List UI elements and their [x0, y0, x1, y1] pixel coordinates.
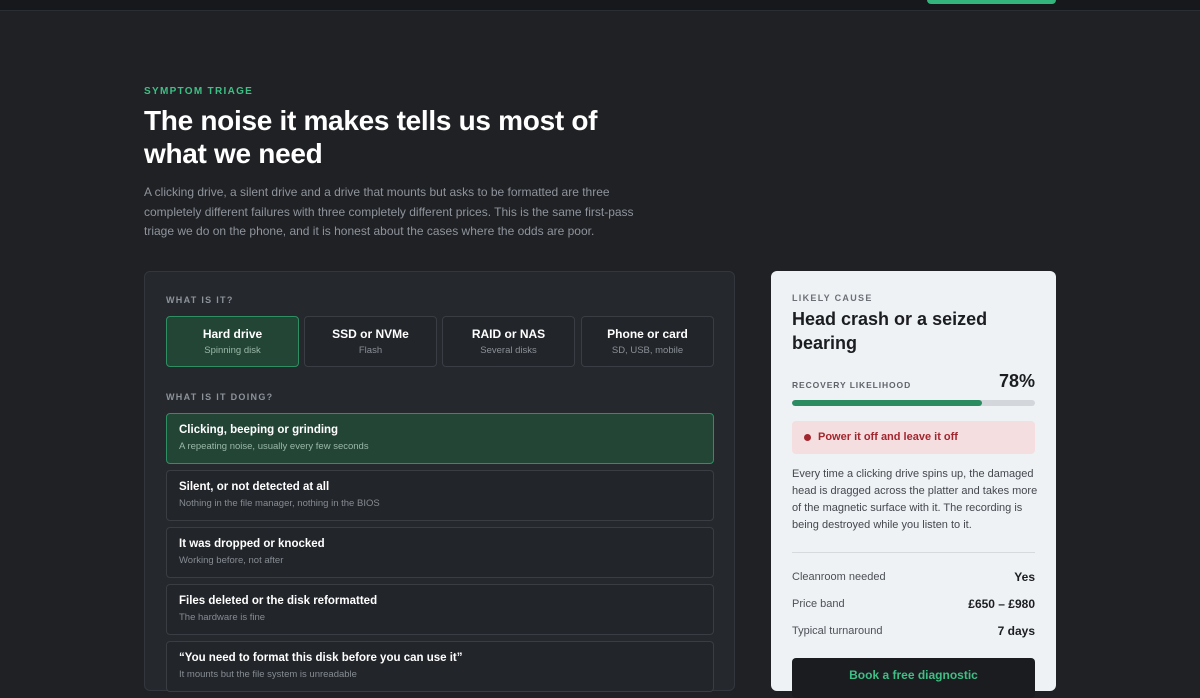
symptom-option-title: Clicking, beeping or grinding — [179, 424, 339, 436]
section-eyebrow: SYMPTOM TRIAGE — [144, 86, 254, 97]
device-option-title: Phone or card — [607, 327, 688, 341]
recovery-likelihood-label: RECOVERY LIKELIHOOD — [792, 380, 912, 390]
recovery-likelihood-value: 78% — [998, 371, 1035, 391]
fact-value: Yes — [1014, 570, 1035, 584]
fact-row-turnaround: Typical turnaround 7 days — [792, 624, 1035, 641]
top-nav-bar — [0, 0, 1200, 11]
symptom-option-subtitle: Working before, not after — [179, 555, 284, 566]
intro-paragraph: A clicking drive, a silent drive and a d… — [144, 185, 634, 238]
warning-alert: Power it off and leave it off — [792, 421, 1035, 454]
divider — [792, 552, 1035, 553]
fact-value: £650 – £980 — [968, 597, 1035, 611]
symptom-option-dropped[interactable]: It was dropped or knocked Working before… — [166, 527, 714, 578]
symptom-option-format-prompt[interactable]: “You need to format this disk before you… — [166, 641, 714, 692]
nav-cta-button[interactable] — [927, 0, 1056, 4]
symptom-option-silent[interactable]: Silent, or not detected at all Nothing i… — [166, 470, 714, 521]
book-diagnostic-button[interactable]: Book a free diagnostic — [792, 658, 1035, 698]
cause-description: Every time a clicking drive spins up, th… — [792, 468, 1038, 531]
alert-text: Power it off and leave it off — [818, 431, 958, 443]
device-option-subtitle: Several disks — [480, 345, 537, 356]
device-question-label: WHAT IS IT? — [166, 295, 234, 305]
device-option-ssd[interactable]: SSD or NVMe Flash — [304, 316, 437, 367]
symptom-option-title: “You need to format this disk before you… — [179, 652, 463, 664]
device-option-hard-drive[interactable]: Hard drive Spinning disk — [166, 316, 299, 367]
triage-selector-panel: WHAT IS IT? Hard drive Spinning disk SSD… — [144, 271, 735, 692]
symptom-option-subtitle: The hardware is fine — [179, 612, 266, 623]
fact-key: Cleanroom needed — [792, 571, 886, 583]
symptom-option-title: Files deleted or the disk reformatted — [179, 595, 378, 607]
likely-cause-title: Head crash or a seized bearing — [792, 309, 988, 353]
fact-row-price: Price band £650 – £980 — [792, 597, 1035, 614]
device-option-subtitle: Spinning disk — [204, 345, 261, 356]
device-option-raid[interactable]: RAID or NAS Several disks — [442, 316, 575, 367]
symptom-question-label: WHAT IS IT DOING? — [166, 392, 274, 402]
symptom-option-title: It was dropped or knocked — [179, 538, 325, 550]
diagnosis-result-card: LIKELY CAUSE Head crash or a seized bear… — [771, 271, 1056, 698]
device-option-title: SSD or NVMe — [332, 327, 409, 341]
fact-key: Price band — [792, 598, 845, 610]
likely-cause-label: LIKELY CAUSE — [792, 293, 873, 303]
symptom-option-clicking[interactable]: Clicking, beeping or grinding A repeatin… — [166, 413, 714, 464]
recovery-progress-bar — [792, 400, 1035, 406]
symptom-option-deleted[interactable]: Files deleted or the disk reformatted Th… — [166, 584, 714, 635]
device-option-subtitle: SD, USB, mobile — [611, 345, 684, 356]
symptom-option-title: Silent, or not detected at all — [179, 481, 330, 493]
symptom-option-subtitle: Nothing in the file manager, nothing in … — [179, 498, 380, 509]
device-option-subtitle: Flash — [358, 345, 383, 356]
alert-dot-icon — [804, 434, 811, 441]
device-option-phone[interactable]: Phone or card SD, USB, mobile — [581, 316, 714, 367]
fact-key: Typical turnaround — [792, 625, 883, 637]
device-option-title: RAID or NAS — [471, 327, 546, 341]
fact-value: 7 days — [997, 624, 1035, 638]
device-option-title: Hard drive — [202, 327, 263, 341]
page-title: The noise it makes tells us most of what… — [144, 105, 598, 169]
fact-row-cleanroom: Cleanroom needed Yes — [792, 570, 1035, 587]
recovery-progress-fill — [792, 400, 982, 406]
symptom-option-subtitle: A repeating noise, usually every few sec… — [179, 441, 369, 452]
